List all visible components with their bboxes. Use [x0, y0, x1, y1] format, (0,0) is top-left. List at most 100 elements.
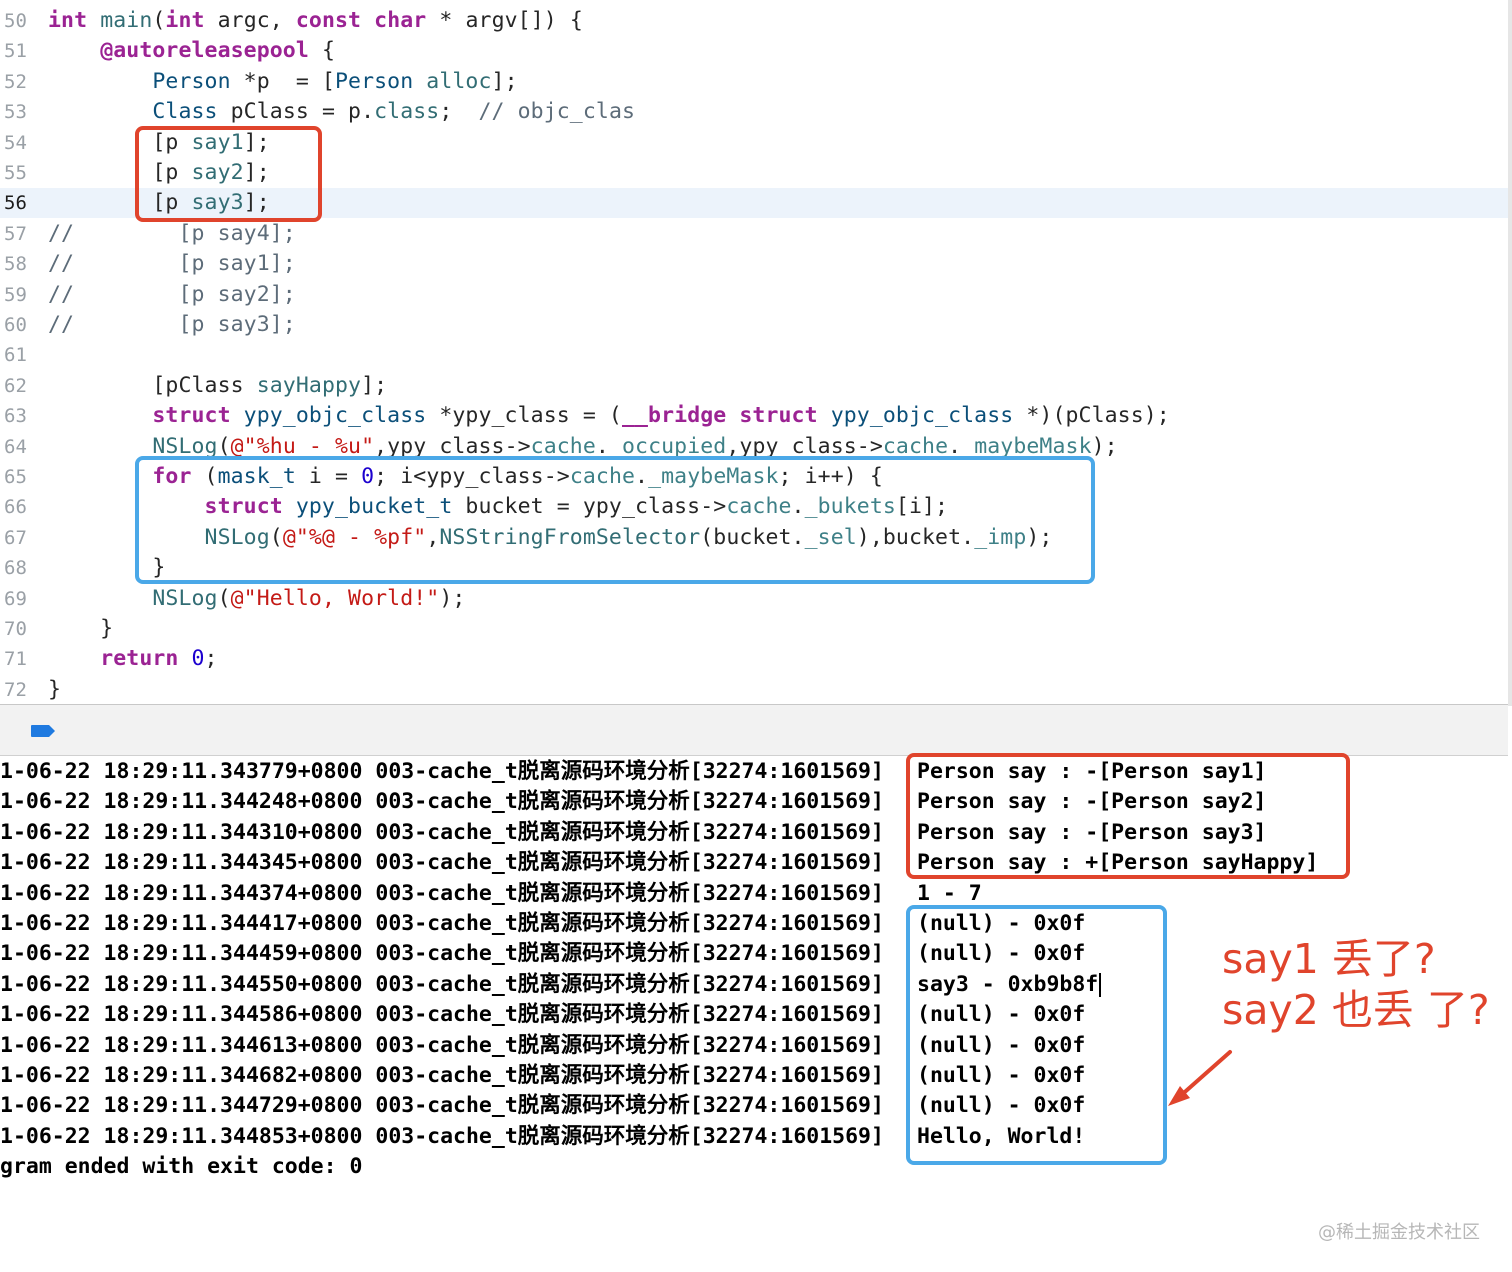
- code-token: ypy_objc_class: [243, 403, 427, 429]
- code-line[interactable]: 53 Class pClass = p.class; // objc_clas: [0, 97, 1508, 127]
- code-line[interactable]: 69 NSLog(@"Hello, World!");: [0, 584, 1508, 614]
- code-line[interactable]: 61: [0, 340, 1508, 370]
- code-token: int: [48, 8, 88, 33]
- arrow-icon: [1168, 1050, 1232, 1106]
- line-number[interactable]: 54: [4, 131, 40, 155]
- code-line[interactable]: 57 // [p say4];: [0, 219, 1508, 249]
- code-line[interactable]: 60 // [p say3];: [0, 310, 1508, 340]
- line-number[interactable]: 52: [4, 70, 40, 94]
- editor-scrollbar[interactable]: [1508, 0, 1512, 706]
- log-prefix: 1-06-22 18:29:11.344459+0800 003-cache_t…: [0, 941, 884, 967]
- code-text: int main(int argc, const char * argv[]) …: [48, 7, 583, 35]
- code-text: Class pClass = p.class; // objc_clas: [48, 98, 635, 126]
- code-line[interactable]: 52 Person *p = [Person alloc];: [0, 67, 1508, 97]
- log-prefix: 1-06-22 18:29:11.344417+0800 003-cache_t…: [0, 911, 884, 936]
- code-text: // [p say2];: [48, 281, 296, 309]
- code-token: ];: [491, 68, 518, 94]
- code-text: struct ypy_objc_class *ypy_class = (__br…: [48, 402, 1170, 430]
- code-text: }: [48, 615, 113, 643]
- watermark: @稀土掘金技术社区: [1318, 1222, 1480, 1243]
- code-token: );: [439, 585, 466, 611]
- line-number[interactable]: 53: [4, 100, 40, 124]
- line-number[interactable]: 71: [4, 647, 40, 671]
- log-prefix: gram ended with exit code: 0: [0, 1154, 363, 1180]
- log-line: 1-06-22 18:29:11.344374+0800 003-cache_t…: [0, 879, 1512, 909]
- line-number[interactable]: 58: [4, 252, 40, 276]
- log-prefix: 1-06-22 18:29:11.344613+0800 003-cache_t…: [0, 1032, 884, 1058]
- code-line[interactable]: 59 // [p say2];: [0, 280, 1508, 310]
- code-line[interactable]: 72}: [0, 675, 1508, 705]
- code-line[interactable]: 62 [pClass sayHappy];: [0, 371, 1508, 401]
- line-number[interactable]: 63: [4, 404, 40, 428]
- code-token: char: [374, 8, 427, 33]
- line-number[interactable]: 50: [4, 9, 40, 33]
- code-text: @autoreleasepool {: [48, 37, 335, 65]
- code-line[interactable]: 58 // [p say1];: [0, 249, 1508, 279]
- code-line[interactable]: 50 int main(int argc, const char * argv[]…: [0, 6, 1508, 36]
- code-token: ,ypy_class->: [726, 433, 883, 459]
- log-line: gram ended with exit code: 0: [0, 1152, 1512, 1182]
- code-token: argc,: [204, 8, 296, 33]
- code-token: Person: [152, 68, 231, 94]
- breakpoint-icon[interactable]: [30, 724, 56, 738]
- code-token: Class: [152, 99, 218, 125]
- line-number[interactable]: 59: [4, 283, 40, 307]
- code-token: }: [48, 676, 62, 702]
- code-text: Person *p = [Person alloc];: [48, 68, 518, 96]
- code-token: struct: [152, 403, 231, 429]
- log-prefix: 1-06-22 18:29:11.344853+0800 003-cache_t…: [0, 1123, 884, 1149]
- line-number[interactable]: 66: [4, 495, 40, 519]
- line-number[interactable]: 61: [4, 343, 40, 367]
- code-line[interactable]: 51 @autoreleasepool {: [0, 36, 1508, 66]
- line-number[interactable]: 64: [4, 435, 40, 459]
- code-line[interactable]: 71 return 0;: [0, 644, 1508, 674]
- line-number[interactable]: 55: [4, 161, 40, 185]
- log-line: 1-06-22 18:29:11.344853+0800 003-cache_t…: [0, 1122, 1512, 1152]
- code-token: .: [595, 433, 609, 459]
- code-token: @"Hello, World!": [230, 585, 440, 611]
- line-number[interactable]: 57: [4, 222, 40, 246]
- code-token: ,ypy_class->: [374, 433, 531, 459]
- code-token: // [p say3];: [48, 312, 296, 337]
- line-number[interactable]: 60: [4, 313, 40, 337]
- log-prefix: 1-06-22 18:29:11.344682+0800 003-cache_t…: [0, 1063, 884, 1088]
- code-editor[interactable]: 50 int main(int argc, const char * argv[]…: [0, 0, 1512, 706]
- line-number[interactable]: 68: [4, 556, 40, 580]
- code-line[interactable]: 70 }: [0, 614, 1508, 644]
- code-token: _maybeMask: [961, 433, 1092, 459]
- code-token: [pClass: [48, 372, 257, 398]
- line-number[interactable]: 69: [4, 587, 40, 611]
- code-line[interactable]: 63 struct ypy_objc_class *ypy_class = (_…: [0, 401, 1508, 431]
- code-token: ;: [204, 646, 218, 672]
- line-number[interactable]: 51: [4, 39, 40, 63]
- code-token: cache: [882, 433, 949, 459]
- code-token: 0: [191, 646, 205, 672]
- line-number[interactable]: 67: [4, 526, 40, 550]
- highlight-box-for-loop: [135, 456, 1095, 584]
- line-number[interactable]: 56: [4, 191, 40, 215]
- code-token: // [p say4];: [48, 220, 296, 246]
- line-number[interactable]: 72: [4, 678, 40, 702]
- code-token: class: [374, 99, 440, 125]
- annotation-line-2: say2 也丢 了?: [1222, 986, 1490, 1034]
- code-token: int: [165, 8, 205, 33]
- line-number[interactable]: 65: [4, 465, 40, 489]
- code-token: {: [308, 38, 335, 64]
- code-text: return 0;: [48, 645, 218, 673]
- code-token: // objc_clas: [478, 99, 636, 125]
- code-token: main: [100, 8, 153, 33]
- log-prefix: 1-06-22 18:29:11.344310+0800 003-cache_t…: [0, 819, 884, 845]
- line-number[interactable]: 62: [4, 374, 40, 398]
- line-number[interactable]: 70: [4, 617, 40, 641]
- log-line: 1-06-22 18:29:11.344682+0800 003-cache_t…: [0, 1061, 1512, 1091]
- code-token: const: [295, 8, 362, 33]
